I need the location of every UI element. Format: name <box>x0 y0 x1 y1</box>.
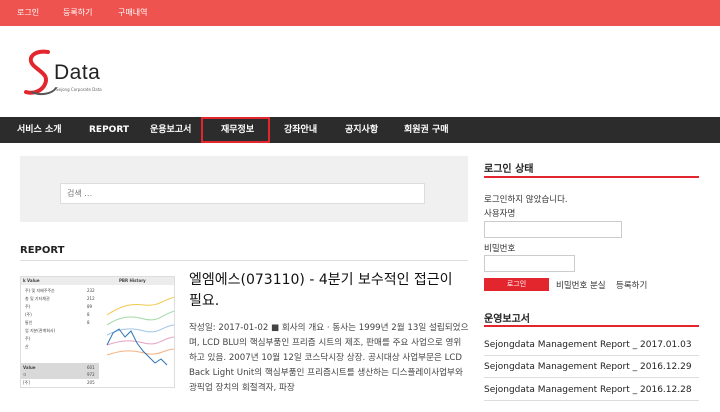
article-title[interactable]: 엘엠에스(073110) - 4분기 보수적인 접근이 필요. <box>189 270 469 312</box>
thumb-value: 972 <box>87 372 95 377</box>
thumbnail-table: k Value 주) 및 지배주주순 232 총 및 기타채권 212 주) 8… <box>21 277 99 387</box>
main-nav: 서비스 소개 REPORT 운용보고서 재무정보 강좌안내 공지사항 회원권 구… <box>0 117 720 143</box>
nav-item-service[interactable]: 서비스 소개 <box>17 117 62 143</box>
logo-wordmark: Data <box>54 61 101 84</box>
pbr-lines <box>106 296 174 366</box>
login-status-title: 로그인 상태 <box>484 164 534 175</box>
thumb-value: 89 <box>87 304 93 309</box>
login-link[interactable]: 로그인 <box>17 7 39 18</box>
username-field[interactable] <box>484 221 622 238</box>
thumb-value: 212 <box>87 296 95 301</box>
divider <box>484 377 699 378</box>
top-bar: 로그인 등록하기 구매내역 <box>0 0 720 26</box>
thumb-row: 통인 <box>25 320 33 325</box>
article-excerpt: 작성일: 2017-01-02 ■ 회사의 개요 · 동사는 1999년 2월 … <box>189 323 469 393</box>
search-input[interactable] <box>60 183 425 204</box>
nav-item-notices[interactable]: 공지사항 <box>345 117 378 143</box>
thumb-row: 업 지분(관계회사) <box>25 328 56 333</box>
site-logo[interactable]: Data Sejong Corporate Data <box>22 48 132 98</box>
thumb-value: 601 <box>87 365 95 370</box>
thumb-row: 주) 및 지배주주순 <box>25 288 55 293</box>
thumb-value: 205 <box>87 380 95 385</box>
report-link[interactable]: Sejongdata Management Report _ 2016.12.2… <box>484 362 692 372</box>
register-link-sidebar[interactable]: 등록하기 <box>616 279 647 291</box>
thumb-row: Value <box>23 365 36 370</box>
thumb-row: (주) <box>25 312 32 317</box>
reports-title: 운영보고서 <box>484 314 530 325</box>
thumbnail-left-header: k Value <box>23 278 40 283</box>
accent-divider <box>484 325 699 327</box>
search-panel <box>20 156 468 222</box>
username-label: 사용자명 <box>484 209 516 219</box>
nav-item-operation-report[interactable]: 운용보고서 <box>150 117 191 143</box>
not-logged-in-text: 로그인하지 않았습니다. <box>484 195 568 205</box>
thumb-value: 8 <box>87 312 90 317</box>
thumb-value: 8 <box>87 320 90 325</box>
nav-item-financial-info[interactable]: 재무정보 <box>201 117 270 143</box>
thumb-row: 주) <box>25 304 31 309</box>
nav-item-report[interactable]: REPORT <box>89 117 129 143</box>
thumb-row: 산 <box>25 344 29 349</box>
purchases-link[interactable]: 구매내역 <box>118 7 147 18</box>
thumb-value: 232 <box>87 288 95 293</box>
accent-divider <box>484 176 699 178</box>
thumbnail-pbr-chart: PBR History <box>99 277 174 387</box>
login-button[interactable]: 로그인 <box>484 278 549 291</box>
password-label: 비밀번호 <box>484 244 516 254</box>
report-link[interactable]: Sejongdata Management Report _ 2016.12.2… <box>484 385 692 395</box>
article-thumbnail[interactable]: k Value 주) 및 지배주주순 232 총 및 기타채권 212 주) 8… <box>20 276 175 388</box>
logo-subtitle: Sejong Corporate Data <box>56 87 102 92</box>
register-link[interactable]: 등록하기 <box>63 7 92 18</box>
nav-item-lectures[interactable]: 강좌안내 <box>284 117 317 143</box>
lost-password-link[interactable]: 비밀번호 분실 <box>556 279 606 291</box>
password-field[interactable] <box>484 255 575 272</box>
thumb-row: 총 및 기타채권 <box>25 296 50 301</box>
thumbnail-right-header: PBR History <box>119 278 146 283</box>
nav-item-membership[interactable]: 회원권 구매 <box>404 117 449 143</box>
thumb-row: [주] <box>23 380 30 385</box>
divider <box>484 355 699 356</box>
thumb-row: 주) <box>25 336 31 341</box>
divider <box>484 400 699 401</box>
divider <box>20 260 468 261</box>
report-section-title: REPORT <box>20 245 65 256</box>
thumb-row: ㅁ <box>23 372 27 377</box>
report-link[interactable]: Sejongdata Management Report _ 2017.01.0… <box>484 340 692 350</box>
